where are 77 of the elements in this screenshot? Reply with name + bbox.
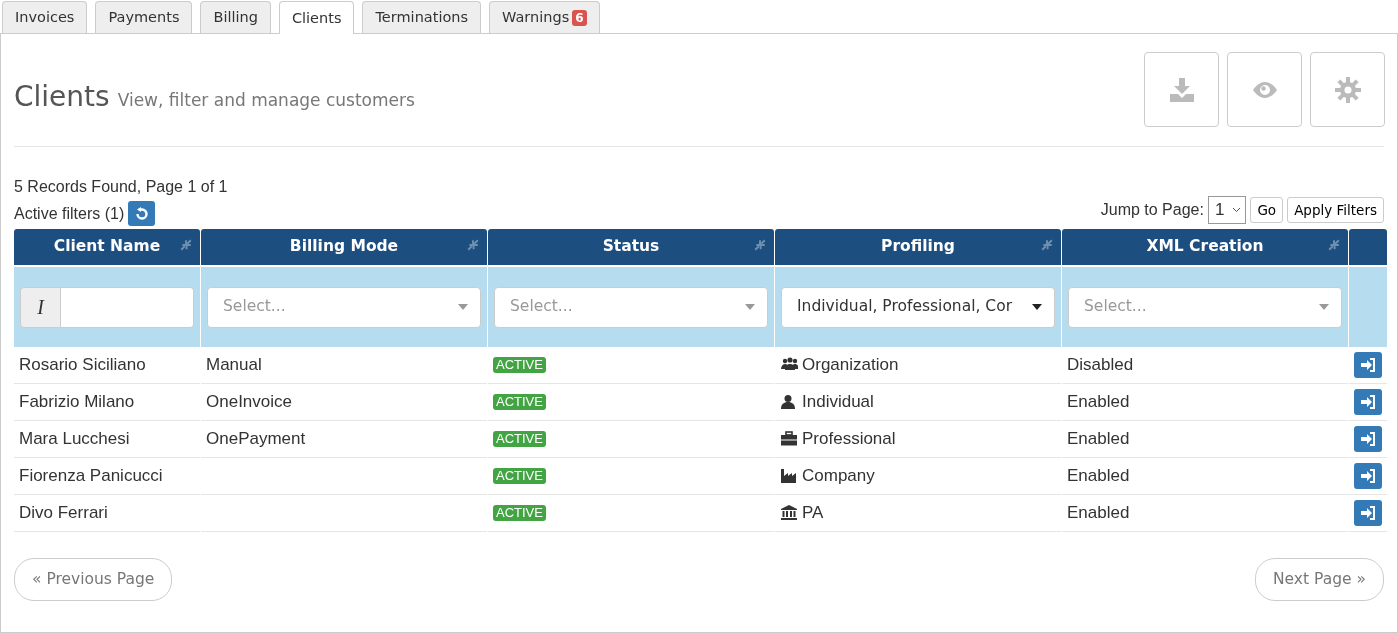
client-name-cell: Mara Lucchesi: [14, 421, 200, 458]
xml-creation-cell: Enabled: [1062, 458, 1348, 495]
sign-in-icon: [1360, 506, 1376, 520]
client-name-cell: Fabrizio Milano: [14, 384, 200, 421]
caret-icon: [1032, 304, 1042, 310]
status-badge: ACTIVE: [493, 357, 546, 373]
client-name-cell: Divo Ferrari: [14, 495, 200, 532]
go-button[interactable]: Go: [1250, 196, 1284, 224]
pin-icon: [180, 239, 192, 251]
tab[interactable]: Terminations: [362, 1, 482, 33]
profile-type: Professional: [802, 428, 896, 451]
tab[interactable]: Payments: [95, 1, 193, 33]
page-title: Clients: [14, 78, 110, 115]
column-header[interactable]: Status: [488, 229, 774, 265]
pin-icon: [467, 239, 479, 251]
caret-icon: [745, 304, 755, 310]
briefcase-icon: [780, 431, 798, 447]
pin-icon: [1328, 239, 1340, 251]
billing-mode-cell: OnePayment: [201, 421, 487, 458]
factory-icon: [780, 468, 798, 484]
status-badge: ACTIVE: [493, 468, 546, 484]
page-subtitle: View, filter and manage customers: [117, 88, 415, 112]
text-style-addon: I: [20, 286, 61, 328]
profile-type: PA: [802, 502, 824, 525]
column-header[interactable]: Profiling: [775, 229, 1061, 265]
reset-filters-button[interactable]: [128, 201, 156, 226]
xml-creation-cell: Disabled: [1062, 347, 1348, 384]
jump-label: Jump to Page:: [1100, 200, 1204, 220]
billing-mode-cell: OneInvoice: [201, 384, 487, 421]
xml-creation-cell: Enabled: [1062, 495, 1348, 532]
caret-icon: [458, 304, 468, 310]
name-filter-field[interactable]: [61, 286, 194, 328]
caret-icon: [1319, 304, 1329, 310]
active-filters-label: Active filters (1): [14, 203, 125, 224]
xml-creation-cell: Enabled: [1062, 421, 1348, 458]
status-badge: ACTIVE: [493, 505, 546, 521]
tab[interactable]: Warnings 6: [489, 1, 600, 33]
column-header[interactable]: Client Name: [14, 229, 200, 265]
reset-icon: [134, 206, 149, 221]
sign-in-icon: [1360, 358, 1376, 372]
column-header[interactable]: XML Creation: [1062, 229, 1348, 265]
open-client-button[interactable]: [1354, 352, 1382, 378]
chevron-icon: [1232, 207, 1242, 213]
client-name-cell: Fiorenza Panicucci: [14, 458, 200, 495]
open-client-button[interactable]: [1354, 426, 1382, 452]
sign-in-icon: [1360, 469, 1376, 483]
pin-icon: [754, 239, 766, 251]
apply-filters-button[interactable]: Apply Filters: [1287, 196, 1384, 224]
billing-mode-cell: Manual: [201, 347, 487, 384]
open-client-button[interactable]: [1354, 500, 1382, 526]
profile-type: Organization: [802, 354, 899, 377]
sign-in-icon: [1360, 395, 1376, 409]
status-badge: ACTIVE: [493, 431, 546, 447]
profile-type: Company: [802, 465, 875, 488]
previous-page-button[interactable]: « Previous Page: [14, 558, 173, 602]
next-page-button[interactable]: Next Page »: [1255, 558, 1384, 602]
tab[interactable]: Invoices: [2, 1, 88, 33]
page-select[interactable]: 1: [1207, 196, 1247, 224]
xml-creation-cell: Enabled: [1062, 384, 1348, 421]
sign-in-icon: [1360, 432, 1376, 446]
tab[interactable]: Billing: [200, 1, 271, 33]
count-badge: 6: [572, 10, 587, 26]
tab[interactable]: Clients: [278, 1, 355, 34]
filter-select[interactable]: Individual, Professional, Cor: [781, 286, 1055, 328]
group-icon: [780, 357, 798, 373]
building-icon: [780, 505, 798, 521]
column-header: [1349, 229, 1387, 265]
pin-icon: [1041, 239, 1053, 251]
client-name-cell: Rosario Siciliano: [14, 347, 200, 384]
download-icon: [1168, 76, 1195, 103]
open-client-button[interactable]: [1354, 389, 1382, 415]
records-count: 5 Records Found, Page 1 of 1: [14, 177, 228, 197]
person-icon: [780, 394, 798, 410]
column-header[interactable]: Billing Mode: [201, 229, 487, 265]
profile-type: Individual: [802, 391, 874, 414]
status-badge: ACTIVE: [493, 394, 546, 410]
open-client-button[interactable]: [1354, 463, 1382, 489]
